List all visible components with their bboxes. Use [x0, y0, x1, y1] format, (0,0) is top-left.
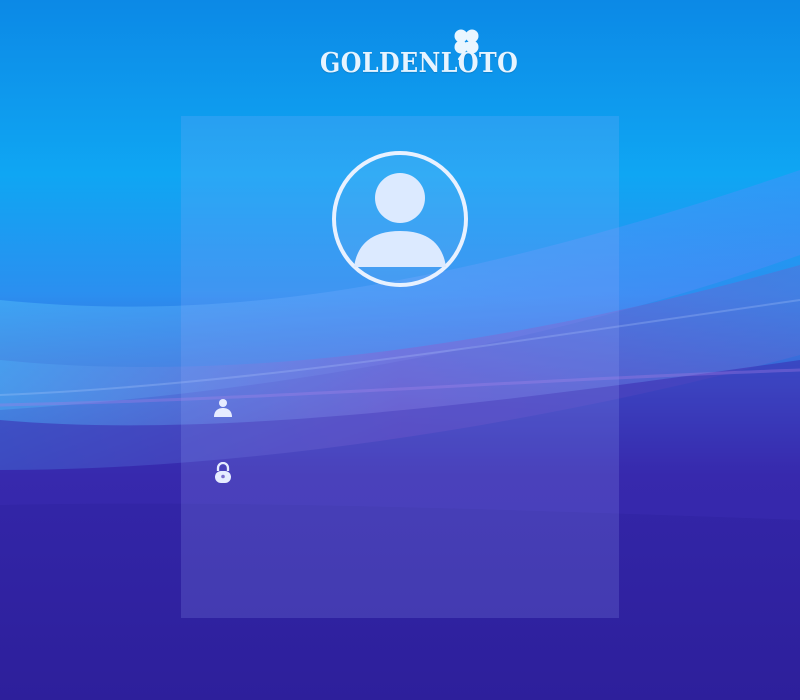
lock-icon — [215, 462, 231, 483]
user-icon — [214, 399, 232, 417]
username-field[interactable] — [207, 392, 587, 426]
user-avatar-icon — [332, 151, 468, 287]
brand-name: GOLDENLOTO — [320, 48, 519, 79]
four-leaf-clover-icon — [454, 29, 479, 61]
login-panel — [181, 116, 619, 618]
password-field[interactable] — [207, 457, 587, 491]
